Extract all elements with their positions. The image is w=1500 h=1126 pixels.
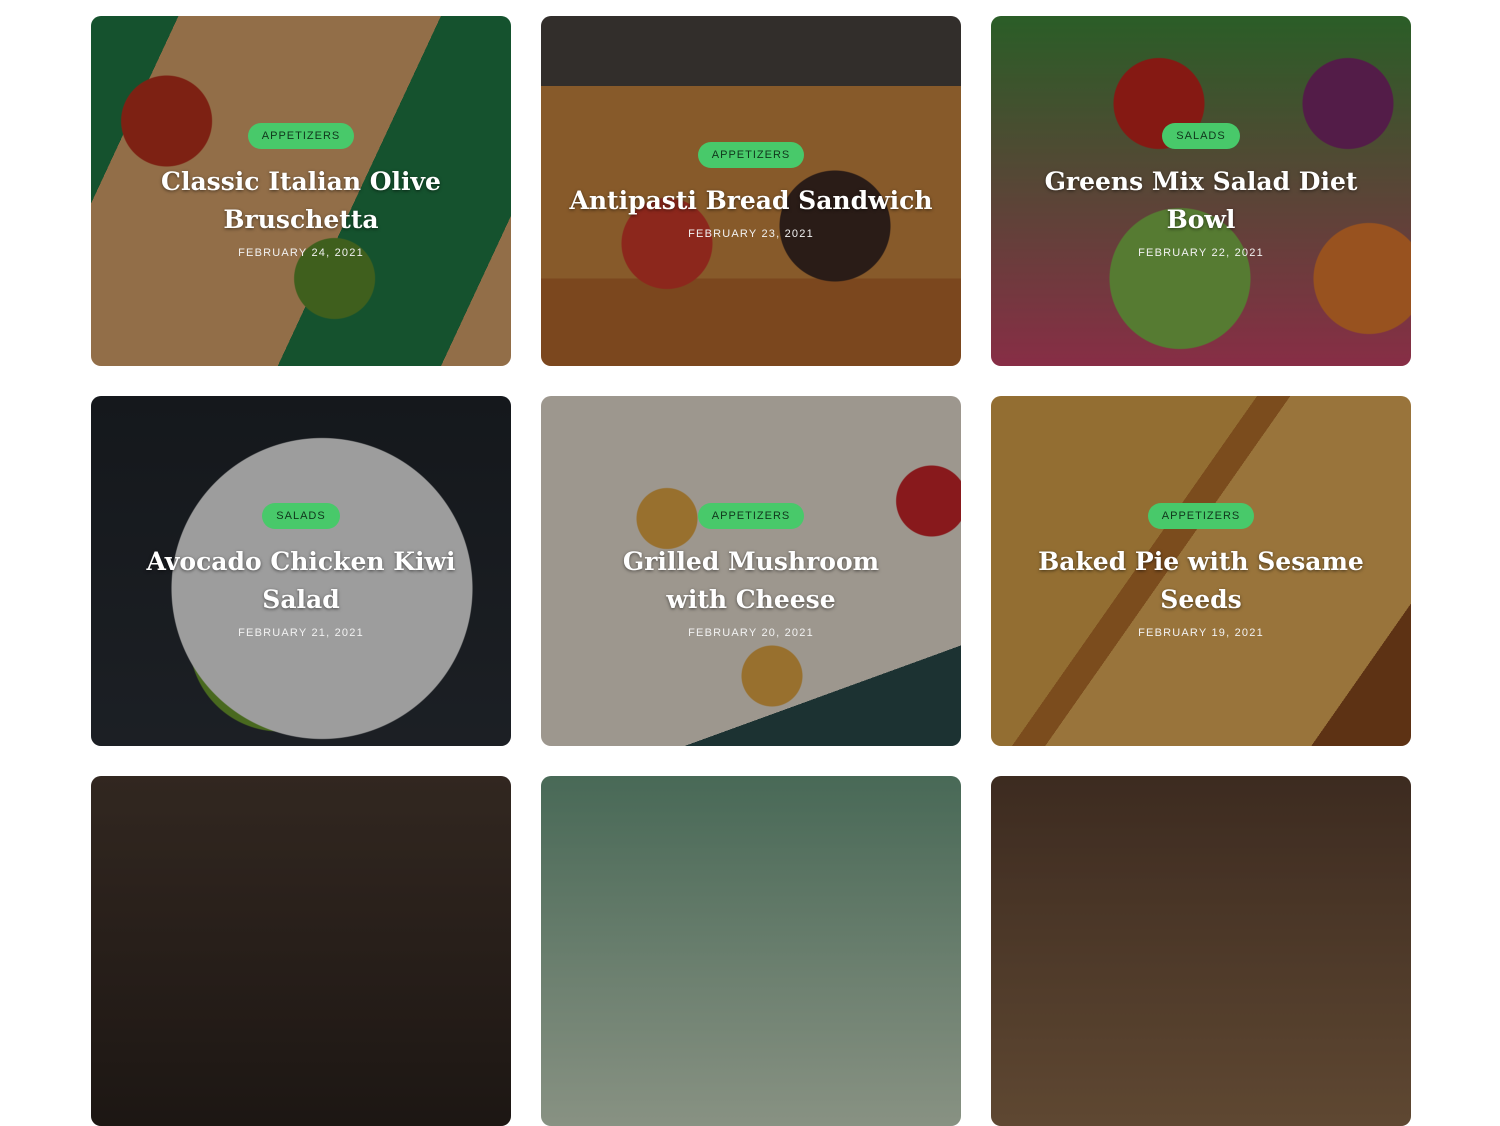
post-date: FEBRUARY 21, 2021 xyxy=(238,627,364,639)
category-badge[interactable]: APPETIZERS xyxy=(697,503,805,529)
category-badge[interactable]: APPETIZERS xyxy=(1147,503,1255,529)
post-card-greens-salad[interactable]: SALADS Greens Mix Salad Diet Bowl FEBRUA… xyxy=(991,16,1411,366)
category-badge[interactable]: APPETIZERS xyxy=(697,142,805,168)
post-card-avocado-salad[interactable]: SALADS Avocado Chicken Kiwi Salad FEBRUA… xyxy=(91,396,511,746)
post-card-partial[interactable] xyxy=(991,776,1411,1126)
post-title[interactable]: Classic Italian Olive Bruschetta xyxy=(107,163,495,239)
category-badge[interactable]: APPETIZERS xyxy=(247,123,355,149)
post-date: FEBRUARY 19, 2021 xyxy=(1138,627,1264,639)
post-title[interactable]: Avocado Chicken Kiwi Salad xyxy=(107,543,495,619)
post-date: FEBRUARY 20, 2021 xyxy=(688,627,814,639)
post-card-antipasti[interactable]: APPETIZERS Antipasti Bread Sandwich FEBR… xyxy=(541,16,961,366)
post-title[interactable]: Greens Mix Salad Diet Bowl xyxy=(1007,163,1395,239)
post-title[interactable]: Grilled Mushroom with Cheese xyxy=(591,543,911,619)
post-card-partial[interactable] xyxy=(91,776,511,1126)
post-grid: APPETIZERS Classic Italian Olive Brusche… xyxy=(91,16,1411,1126)
post-card-bruschetta[interactable]: APPETIZERS Classic Italian Olive Brusche… xyxy=(91,16,511,366)
post-card-sesame-pie[interactable]: APPETIZERS Baked Pie with Sesame Seeds F… xyxy=(991,396,1411,746)
post-title[interactable]: Antipasti Bread Sandwich xyxy=(569,182,932,220)
category-badge[interactable]: SALADS xyxy=(262,503,340,529)
post-date: FEBRUARY 22, 2021 xyxy=(1138,247,1264,259)
post-date: FEBRUARY 23, 2021 xyxy=(688,228,814,240)
post-date: FEBRUARY 24, 2021 xyxy=(238,247,364,259)
category-badge[interactable]: SALADS xyxy=(1162,123,1240,149)
post-card-partial[interactable] xyxy=(541,776,961,1126)
post-title[interactable]: Baked Pie with Sesame Seeds xyxy=(1007,543,1395,619)
post-card-mushroom[interactable]: APPETIZERS Grilled Mushroom with Cheese … xyxy=(541,396,961,746)
